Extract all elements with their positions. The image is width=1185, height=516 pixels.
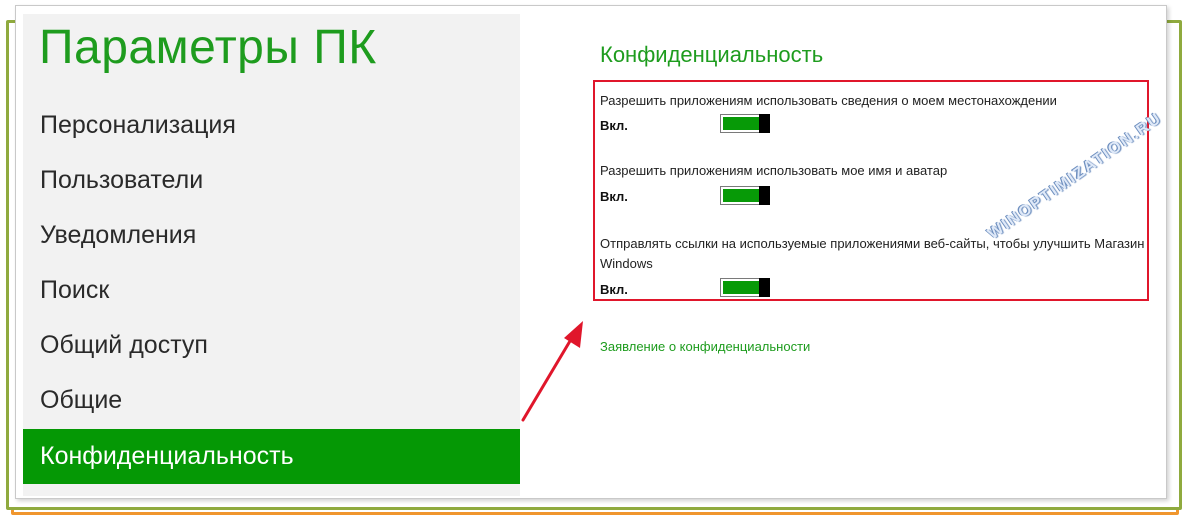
sidebar: Параметры ПК Персонализация Пользователи… bbox=[23, 14, 520, 496]
name-avatar-state-label: Вкл. bbox=[600, 189, 628, 204]
toggle-knob bbox=[759, 278, 770, 297]
privacy-statement-link[interactable]: Заявление о конфиденциальности bbox=[600, 339, 810, 354]
location-state-label: Вкл. bbox=[600, 118, 628, 133]
toggle-fill bbox=[723, 189, 759, 202]
red-arrow-annotation bbox=[521, 321, 583, 422]
pc-settings-window: Параметры ПК Персонализация Пользователи… bbox=[23, 14, 1165, 496]
store-links-state-label: Вкл. bbox=[600, 282, 628, 297]
nav-item-sharing[interactable]: Общий доступ bbox=[23, 318, 520, 373]
app-title: Параметры ПК bbox=[39, 21, 377, 74]
section-title: Конфиденциальность bbox=[600, 42, 824, 67]
privacy-panel: Конфиденциальность Разрешить приложениям… bbox=[520, 14, 1165, 496]
nav-item-privacy[interactable]: Конфиденциальность bbox=[23, 429, 520, 484]
nav-item-notifications[interactable]: Уведомления bbox=[23, 208, 520, 263]
toggle-fill bbox=[723, 117, 759, 130]
toggle-knob bbox=[759, 186, 770, 205]
store-links-toggle[interactable] bbox=[720, 278, 770, 297]
store-links-setting-label: Отправлять ссылки на используемые прилож… bbox=[600, 236, 1145, 271]
nav-item-personalization[interactable]: Персонализация bbox=[23, 98, 520, 153]
location-toggle[interactable] bbox=[720, 114, 770, 133]
name-avatar-toggle[interactable] bbox=[720, 186, 770, 205]
toggle-knob bbox=[759, 114, 770, 133]
toggle-fill bbox=[723, 281, 759, 294]
nav-item-general[interactable]: Общие bbox=[23, 373, 520, 428]
location-setting-label: Разрешить приложениям использовать сведе… bbox=[600, 93, 1057, 108]
nav-item-users[interactable]: Пользователи bbox=[23, 153, 520, 208]
nav-item-search[interactable]: Поиск bbox=[23, 263, 520, 318]
